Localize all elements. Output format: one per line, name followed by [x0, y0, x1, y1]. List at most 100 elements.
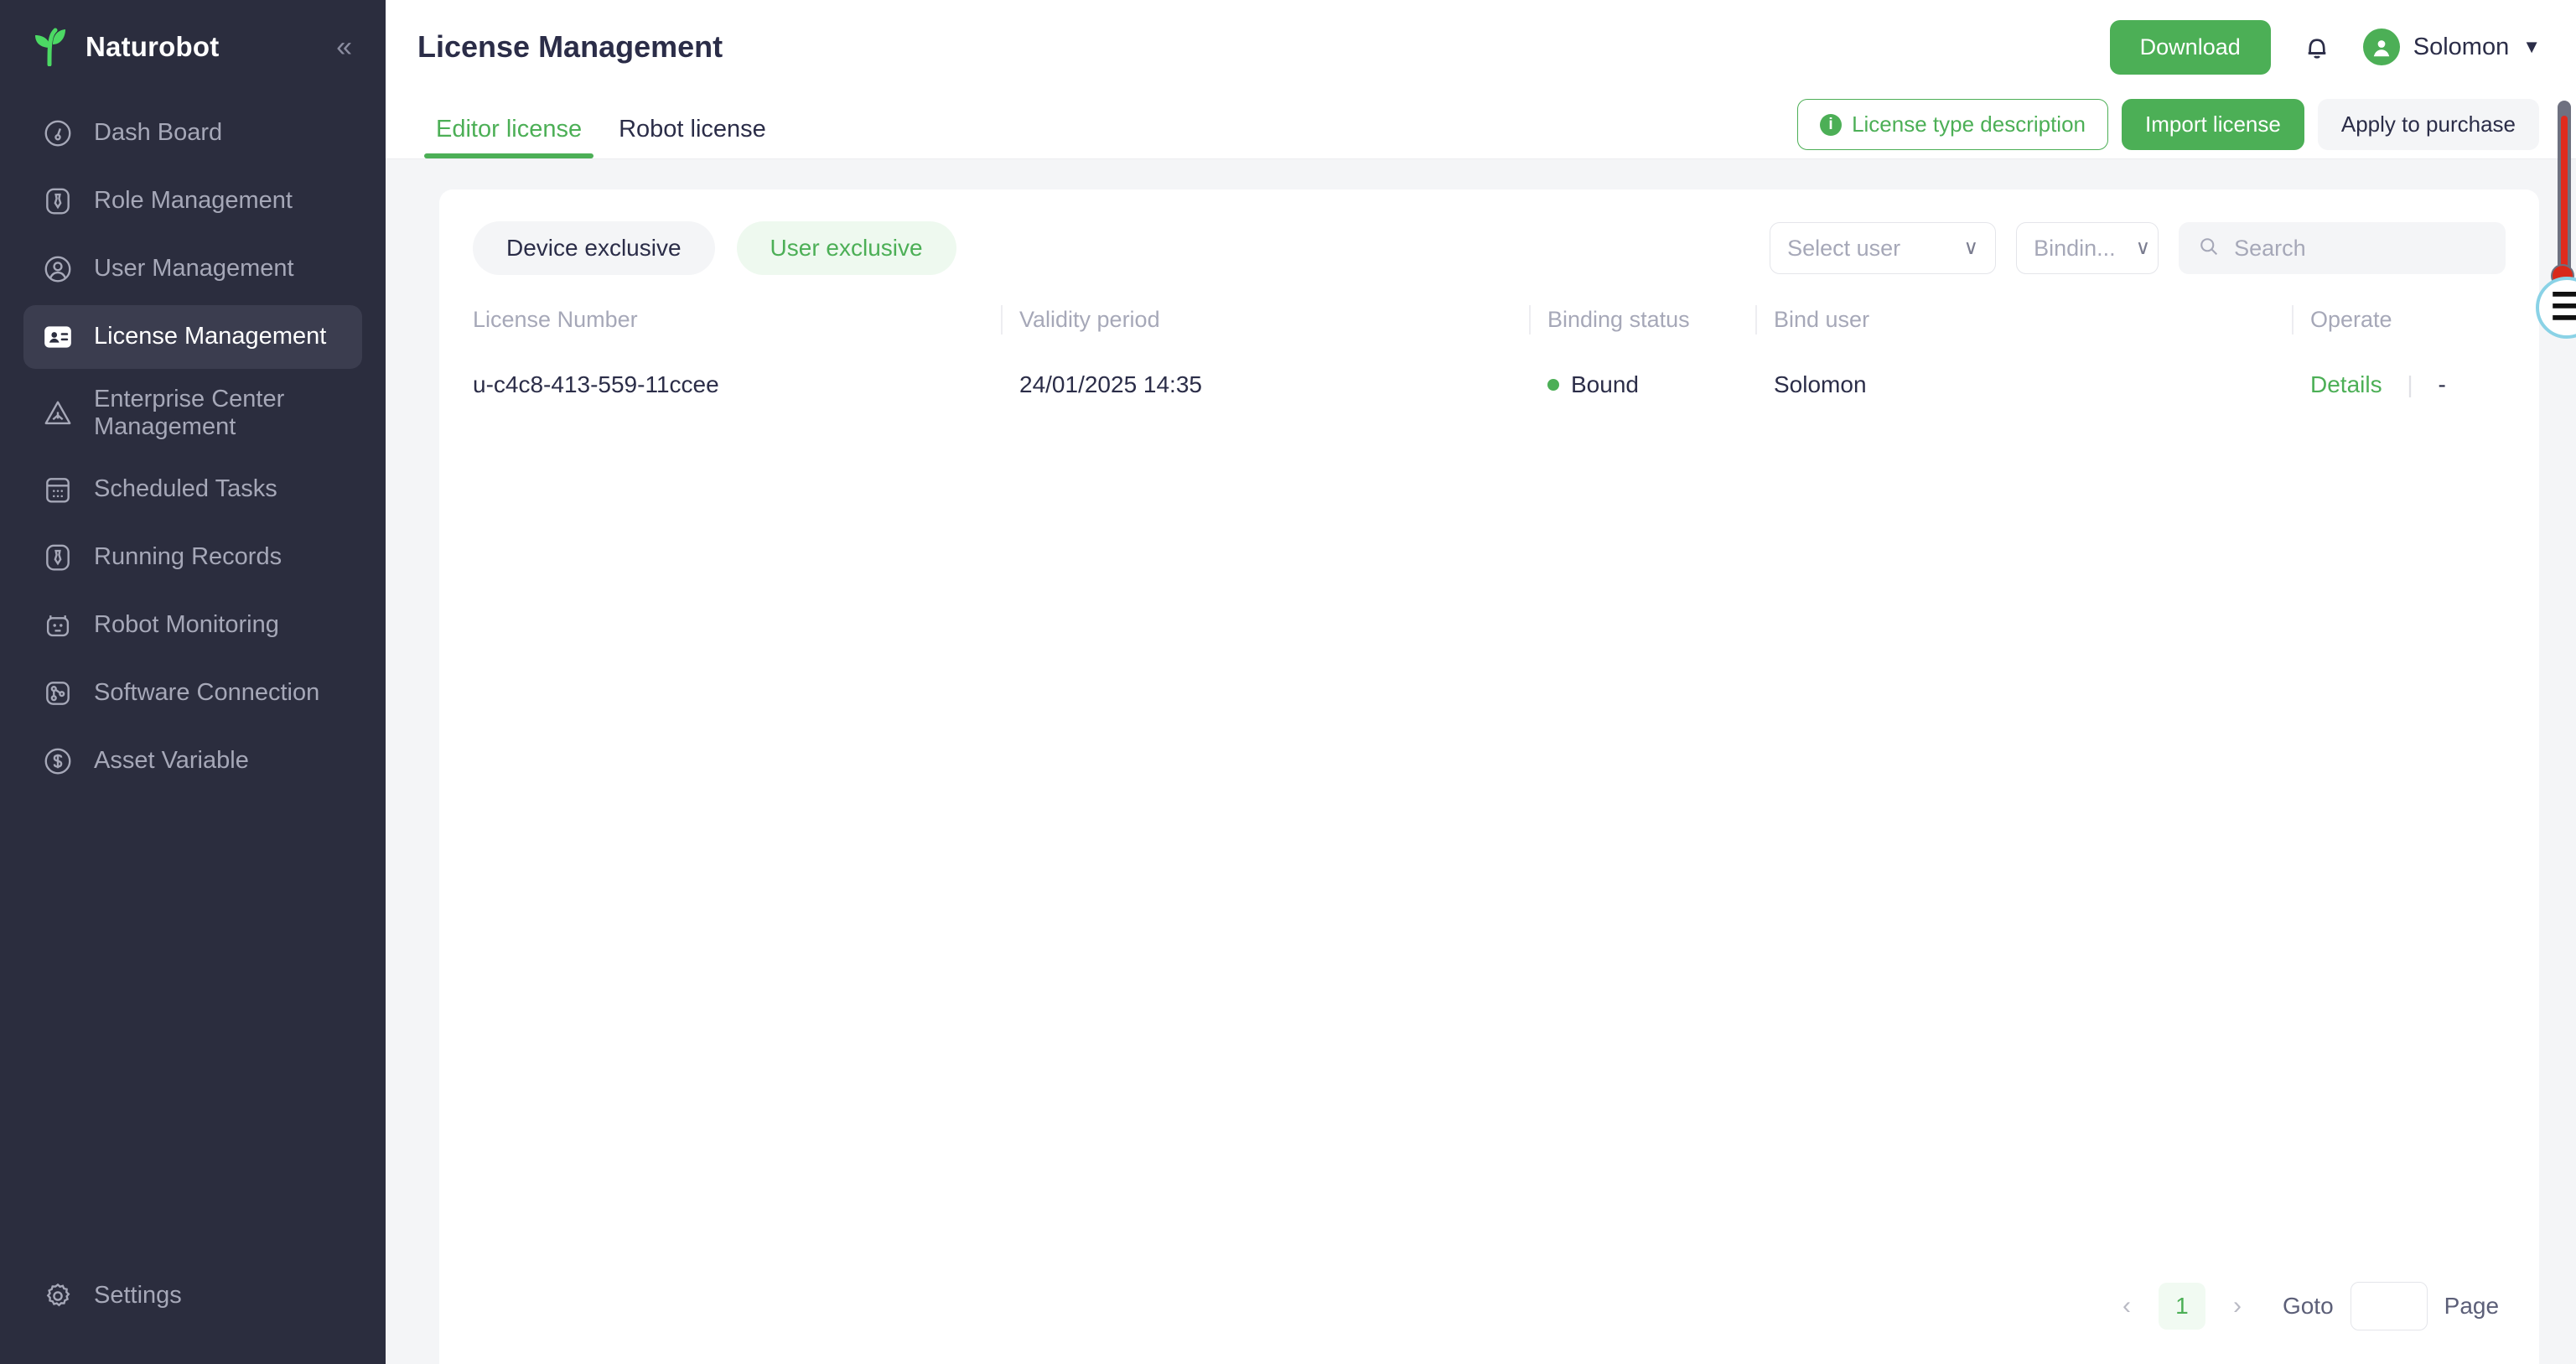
user-name: Solomon — [2413, 33, 2510, 60]
vertical-scrollbar[interactable] — [2558, 101, 2571, 283]
bell-icon[interactable] — [2299, 29, 2335, 65]
sidebar-item-label: Dash Board — [94, 119, 223, 147]
select-user-value: Select user — [1787, 235, 1901, 261]
sidebar-item-license-management[interactable]: License Management — [23, 305, 362, 369]
filter-controls: Select user ∨ Bindin... ∨ — [1770, 222, 2506, 274]
column-label: License Number — [473, 307, 638, 332]
sidebar-item-settings[interactable]: Settings — [23, 1264, 362, 1328]
sidebar-item-role-management[interactable]: Role Management — [23, 169, 362, 233]
apply-to-purchase-button[interactable]: Apply to purchase — [2317, 99, 2539, 150]
chevron-left-icon[interactable]: ‹ — [2103, 1283, 2150, 1330]
table-empty-space — [473, 413, 2506, 1262]
license-table-body: u-c4c8-413-559-11ccee 24/01/2025 14:35 B… — [473, 356, 2506, 413]
cell-binding-status: Bound — [1529, 356, 1755, 413]
import-license-button[interactable]: Import license — [2122, 99, 2304, 150]
node-graph-icon — [40, 676, 75, 711]
scrollbar-thumb[interactable] — [2561, 116, 2568, 283]
license-type-description-label: License type description — [1852, 112, 2086, 137]
sidebar-item-label: License Management — [94, 323, 327, 350]
download-button[interactable]: Download — [2109, 19, 2271, 75]
page-label: Page — [2444, 1293, 2500, 1319]
cell-operate: Details | - — [2292, 356, 2506, 413]
operate-divider: | — [2407, 371, 2413, 397]
dollar-circle-icon — [40, 744, 75, 779]
select-user-dropdown[interactable]: Select user ∨ — [1770, 222, 1997, 274]
operate-extra: - — [2438, 371, 2446, 397]
sidebar-item-label: Running Records — [94, 543, 282, 571]
necktie-icon — [40, 184, 75, 219]
table-row[interactable]: u-c4c8-413-559-11ccee 24/01/2025 14:35 B… — [473, 356, 2506, 413]
goto-label: Goto — [2282, 1293, 2334, 1319]
column-header-bind-user: Bind user — [1755, 295, 2292, 356]
status-badge: Bound — [1547, 371, 1755, 398]
license-type-description-button[interactable]: i License type description — [1797, 99, 2109, 150]
search-box[interactable] — [2179, 222, 2506, 274]
sidebar-item-label: Scheduled Tasks — [94, 475, 277, 503]
search-icon — [2197, 235, 2221, 262]
column-header-operate: Operate — [2292, 295, 2506, 356]
calendar-icon — [40, 472, 75, 507]
cell-validity-period: 24/01/2025 14:35 — [1019, 371, 1202, 397]
sidebar-item-enterprise-center-management[interactable]: Enterprise Center Management — [23, 373, 362, 454]
column-header-binding-status: Binding status — [1529, 295, 1755, 356]
caret-down-icon: ▼ — [2522, 36, 2541, 57]
search-input[interactable] — [2234, 235, 2488, 262]
chevron-down-icon: ∨ — [2135, 236, 2151, 259]
chevron-down-icon: ∨ — [1963, 236, 1979, 259]
goto-page-field[interactable] — [2350, 1282, 2428, 1330]
license-type-chips: Device exclusive User exclusive — [473, 221, 1770, 275]
robot-icon — [40, 608, 75, 643]
tab-action-buttons: i License type description Import licens… — [1797, 99, 2539, 158]
info-icon: i — [1820, 113, 1843, 136]
details-link[interactable]: Details — [2310, 371, 2382, 397]
sidebar-item-label: Settings — [94, 1282, 182, 1310]
chevron-double-left-icon[interactable]: « — [331, 29, 357, 65]
app-window: Naturobot « Dash Board Role Management U… — [0, 0, 2576, 1364]
binding-status-value: Bindin... — [2034, 235, 2116, 261]
column-label: Binding status — [1547, 307, 1690, 332]
sidebar-item-running-records[interactable]: Running Records — [23, 526, 362, 589]
column-header-validity-period: Validity period — [1001, 295, 1529, 356]
sidebar-item-user-management[interactable]: User Management — [23, 237, 362, 301]
column-divider — [1755, 305, 1757, 335]
sidebar: Naturobot « Dash Board Role Management U… — [0, 0, 386, 1364]
sidebar-nav: Dash Board Role Management User Manageme… — [0, 97, 386, 1257]
column-divider — [1001, 305, 1003, 335]
sidebar-item-dash-board[interactable]: Dash Board — [23, 101, 362, 165]
gauge-icon — [40, 116, 75, 151]
filter-bar: Device exclusive User exclusive Select u… — [473, 213, 2506, 295]
goto-page-input[interactable] — [2351, 1283, 2427, 1330]
top-bar: License Management Download Solomon ▼ — [386, 0, 2576, 94]
tab-robot-license[interactable]: Robot license — [600, 116, 785, 158]
page-title: License Management — [417, 29, 723, 64]
chip-user-exclusive[interactable]: User exclusive — [736, 221, 956, 275]
id-card-icon — [40, 319, 75, 355]
license-card: Device exclusive User exclusive Select u… — [439, 189, 2540, 1364]
chip-device-exclusive[interactable]: Device exclusive — [473, 221, 715, 275]
necktie-icon — [40, 540, 75, 575]
sidebar-item-label: Asset Variable — [94, 747, 249, 775]
triangle-alert-icon — [40, 396, 75, 431]
sidebar-item-software-connection[interactable]: Software Connection — [23, 661, 362, 725]
page-number-1[interactable]: 1 — [2158, 1283, 2205, 1330]
sidebar-item-asset-variable[interactable]: Asset Variable — [23, 729, 362, 793]
user-avatar-icon — [2362, 29, 2400, 65]
cell-bind-user: Solomon — [1774, 371, 1867, 397]
sidebar-item-scheduled-tasks[interactable]: Scheduled Tasks — [23, 458, 362, 521]
user-menu[interactable]: Solomon ▼ — [2362, 29, 2541, 65]
cell-license-number: u-c4c8-413-559-11ccee — [473, 371, 719, 397]
tab-editor-license[interactable]: Editor license — [417, 116, 600, 158]
pagination: ‹ 1 › Goto Page — [473, 1262, 2506, 1364]
chevron-right-icon[interactable]: › — [2214, 1283, 2261, 1330]
sidebar-item-label: User Management — [94, 255, 294, 283]
column-label: Operate — [2310, 307, 2392, 332]
gear-icon — [40, 1278, 75, 1314]
sidebar-item-robot-monitoring[interactable]: Robot Monitoring — [23, 594, 362, 657]
binding-status-dropdown[interactable]: Bindin... ∨ — [2016, 222, 2159, 274]
brand-name: Naturobot — [86, 31, 220, 62]
table-header-row: License Number Validity period Binding s… — [473, 295, 2506, 356]
content-area: Device exclusive User exclusive Select u… — [386, 159, 2576, 1364]
sidebar-item-label: Enterprise Center Management — [94, 385, 285, 440]
status-dot-icon — [1547, 379, 1559, 391]
tab-bar: Editor license Robot license i License t… — [386, 94, 2576, 159]
